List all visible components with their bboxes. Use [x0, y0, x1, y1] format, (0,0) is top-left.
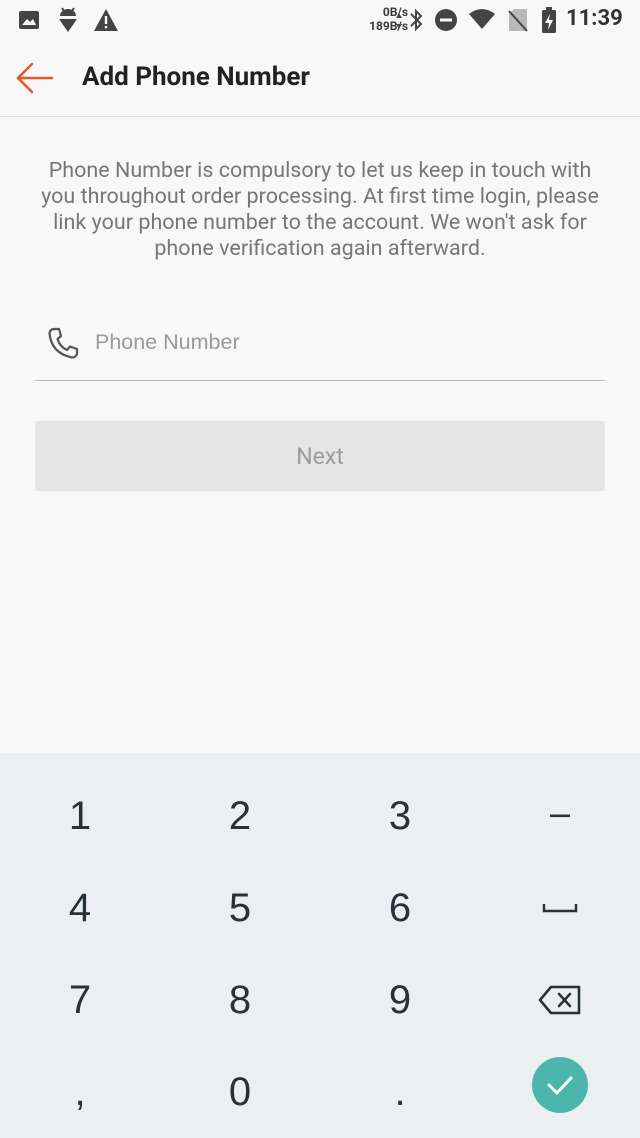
- checkmark-icon: [547, 1076, 573, 1095]
- numeric-keyboard: 1 2 3 4 5 6 7 8 9 , 0 .: [0, 753, 640, 1138]
- intro-text: Phone Number is compulsory to let us kee…: [41, 158, 599, 261]
- android-debug-icon: [59, 7, 77, 32]
- arrow-left-icon: [16, 62, 54, 94]
- key-backspace[interactable]: [480, 954, 640, 1046]
- status-bar: 0B/s 189B/s 11:39: [0, 0, 640, 40]
- key-done[interactable]: [480, 1039, 640, 1131]
- wifi-icon: [469, 9, 495, 29]
- dash-icon: [550, 814, 570, 818]
- next-button[interactable]: Next: [35, 421, 605, 491]
- backspace-icon: [538, 985, 581, 1015]
- key-5[interactable]: 5: [160, 862, 320, 954]
- key-3[interactable]: 3: [320, 770, 480, 862]
- key-0[interactable]: 0: [160, 1046, 320, 1138]
- phone-number-input[interactable]: [95, 322, 595, 362]
- done-button[interactable]: [532, 1057, 588, 1113]
- battery-charging-icon: [542, 7, 556, 33]
- warning-icon: [94, 9, 118, 31]
- back-button[interactable]: [14, 60, 54, 96]
- speed-arrows-icon: [396, 13, 402, 29]
- key-6[interactable]: 6: [320, 862, 480, 954]
- key-dash[interactable]: [480, 770, 640, 862]
- key-comma[interactable]: ,: [0, 1046, 160, 1138]
- key-4[interactable]: 4: [0, 862, 160, 954]
- no-sim-icon: [508, 9, 528, 32]
- app-bar: Add Phone Number: [0, 40, 640, 117]
- phone-number-field: [35, 310, 605, 381]
- space-icon: [542, 904, 578, 913]
- key-7[interactable]: 7: [0, 954, 160, 1046]
- key-period[interactable]: .: [320, 1046, 480, 1138]
- key-2[interactable]: 2: [160, 770, 320, 862]
- image-icon: [19, 11, 39, 29]
- page-title: Add Phone Number: [82, 62, 310, 92]
- clock: 11:39: [566, 6, 623, 31]
- key-8[interactable]: 8: [160, 954, 320, 1046]
- key-1[interactable]: 1: [0, 770, 160, 862]
- do-not-disturb-icon: [435, 9, 457, 31]
- key-space[interactable]: [480, 862, 640, 954]
- phone-icon: [48, 327, 79, 359]
- bluetooth-icon: [410, 8, 423, 32]
- key-9[interactable]: 9: [320, 954, 480, 1046]
